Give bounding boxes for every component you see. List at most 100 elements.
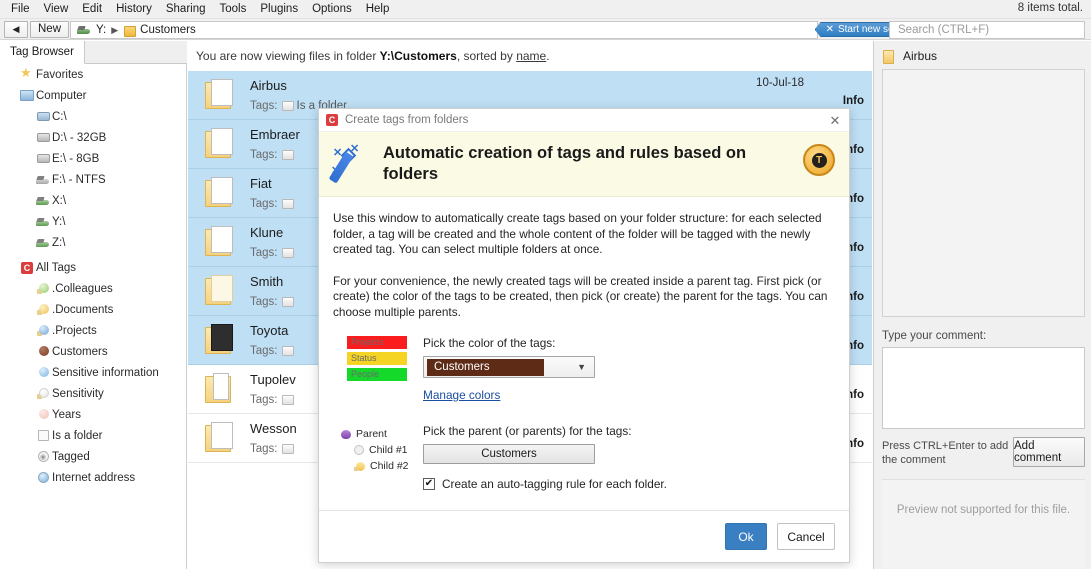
create-tags-dialog: C Create tags from folders ✕ ✕ ✕ ✕ Autom…	[318, 108, 850, 563]
sidebar-item-colleagues[interactable]: .Colleagues	[0, 278, 186, 299]
sidebar-item-label: Tagged	[52, 450, 90, 463]
sidebar-item-is-a-folder[interactable]: Is a folder	[0, 425, 186, 446]
star-icon	[18, 65, 36, 81]
globe-icon	[34, 472, 52, 483]
color-swatch-preview: Projects Status People	[347, 336, 407, 384]
menu-file[interactable]: File	[4, 0, 37, 18]
menu-edit[interactable]: Edit	[75, 0, 109, 18]
folder-icon	[188, 177, 250, 209]
ok-button[interactable]: Ok	[725, 523, 767, 550]
folder-icon	[882, 49, 895, 64]
info-link[interactable]: Info	[843, 95, 864, 107]
file-date: 10-Jul-18	[756, 77, 804, 89]
comment-input[interactable]	[882, 347, 1085, 429]
tags-label: Tags:	[250, 100, 278, 112]
details-panel: Airbus Type your comment: Press CTRL+Ent…	[873, 41, 1091, 569]
tag-brown-icon	[34, 346, 52, 357]
sidebar-item-years[interactable]: Years	[0, 404, 186, 425]
tags-label: Tags:	[250, 443, 278, 455]
sidebar-item-drive-d[interactable]: D:\ - 32GB	[0, 127, 186, 148]
menu-plugins[interactable]: Plugins	[253, 0, 305, 18]
menu-sharing[interactable]: Sharing	[159, 0, 213, 18]
sidebar-item-drive-z[interactable]: Z:\	[0, 232, 186, 253]
details-tag-list[interactable]	[882, 69, 1085, 317]
search-box[interactable]	[889, 21, 1085, 39]
search-input[interactable]	[896, 23, 1084, 37]
manage-colors-link[interactable]: Manage colors	[423, 388, 500, 402]
network-drive-icon	[34, 196, 52, 206]
sidebar-item-label: Sensitivity	[52, 387, 104, 400]
tags-label: Tags:	[250, 394, 278, 406]
tag-green-icon	[34, 283, 52, 294]
sidebar-item-all-tags[interactable]: C All Tags	[0, 257, 186, 278]
dialog-footer: Ok Cancel	[319, 510, 849, 562]
details-header: Airbus	[882, 49, 938, 64]
sidebar-item-drive-y[interactable]: Y:\	[0, 211, 186, 232]
network-drive-icon	[34, 238, 52, 248]
sidebar-item-label: Computer	[36, 89, 87, 102]
breadcrumb-drive[interactable]: Y:	[96, 24, 106, 36]
tag-pink-icon	[34, 409, 52, 420]
sidebar-item-computer[interactable]: Computer	[0, 85, 186, 106]
sidebar-item-projects[interactable]: .Projects	[0, 320, 186, 341]
sidebar-item-label: X:\	[52, 194, 67, 207]
sidebar-tree: Favorites Computer C:\ D:\ - 32GB E:\ - …	[0, 64, 186, 488]
auto-tagging-checkbox-row[interactable]: ✔ Create an auto-tagging rule for each f…	[423, 477, 823, 491]
cancel-button[interactable]: Cancel	[777, 523, 835, 550]
back-button[interactable]: ◀	[4, 20, 28, 38]
breadcrumb-folder[interactable]: Customers	[140, 24, 196, 36]
sidebar-item-drive-f[interactable]: F:\ - NTFS	[0, 169, 186, 190]
color-select[interactable]: Customers ▼	[423, 356, 595, 378]
tags-label: Tags:	[250, 198, 278, 210]
folder-icon	[188, 275, 250, 307]
sidebar: Tag Browser Favorites Computer C:\ D:\ -…	[0, 41, 187, 569]
status-prefix: You are now viewing files in folder	[196, 49, 380, 63]
sidebar-item-label: .Documents	[52, 303, 114, 316]
add-comment-button[interactable]: Add comment	[1013, 437, 1085, 467]
parent-select-button[interactable]: Customers	[423, 444, 595, 464]
sidebar-item-internet-address[interactable]: Internet address	[0, 467, 186, 488]
tag-yellow-icon	[354, 461, 365, 471]
sidebar-item-label: Sensitive information	[52, 366, 159, 379]
sidebar-item-sensitive-information[interactable]: Sensitive information	[0, 362, 186, 383]
close-icon[interactable]: ✕	[827, 113, 843, 129]
comment-label: Type your comment:	[882, 330, 987, 342]
menu-help[interactable]: Help	[359, 0, 397, 18]
checkbox-icon	[281, 101, 294, 111]
tags-label: Tags:	[250, 345, 278, 357]
details-title: Airbus	[903, 49, 938, 63]
menu-history[interactable]: History	[109, 0, 159, 18]
checkbox-icon[interactable]: ✔	[423, 478, 435, 490]
breadcrumb[interactable]: Y: ▶ Customers	[70, 21, 818, 39]
sidebar-item-documents[interactable]: .Documents	[0, 299, 186, 320]
close-icon[interactable]: ✕	[826, 24, 834, 35]
tree-preview-row: Child #2	[341, 458, 431, 474]
sidebar-item-customers[interactable]: Customers	[0, 341, 186, 362]
sidebar-item-tagged[interactable]: ◉ Tagged	[0, 446, 186, 467]
dialog-paragraph-2: For your convenience, the newly created …	[333, 273, 828, 319]
menu-view[interactable]: View	[37, 0, 76, 18]
sidebar-item-sensitivity[interactable]: Sensitivity	[0, 383, 186, 404]
menu-options[interactable]: Options	[305, 0, 359, 18]
swatch-status: Status	[347, 352, 407, 365]
menu-tools[interactable]: Tools	[213, 0, 254, 18]
new-button[interactable]: New	[30, 20, 70, 38]
chevron-down-icon[interactable]: ▼	[577, 362, 586, 372]
sidebar-item-label: E:\ - 8GB	[52, 152, 100, 165]
folder-icon	[188, 128, 250, 160]
color-label: Pick the color of the tags:	[423, 336, 556, 350]
sidebar-item-label: .Colleagues	[52, 282, 113, 295]
checkbox-icon	[281, 150, 294, 160]
dialog-title: Create tags from folders	[345, 114, 469, 126]
sidebar-item-drive-c[interactable]: C:\	[0, 106, 186, 127]
preview-message: Preview not supported for this file.	[896, 504, 1071, 516]
tab-tag-browser[interactable]: Tag Browser	[0, 41, 85, 64]
sort-link[interactable]: name	[516, 49, 546, 63]
monitor-icon	[18, 90, 36, 101]
sidebar-item-label: D:\ - 32GB	[52, 131, 107, 144]
sidebar-item-drive-x[interactable]: X:\	[0, 190, 186, 211]
hdd-icon	[34, 133, 52, 142]
sidebar-item-drive-e[interactable]: E:\ - 8GB	[0, 148, 186, 169]
sidebar-item-favorites[interactable]: Favorites	[0, 64, 186, 85]
checkbox-icon	[281, 395, 294, 405]
